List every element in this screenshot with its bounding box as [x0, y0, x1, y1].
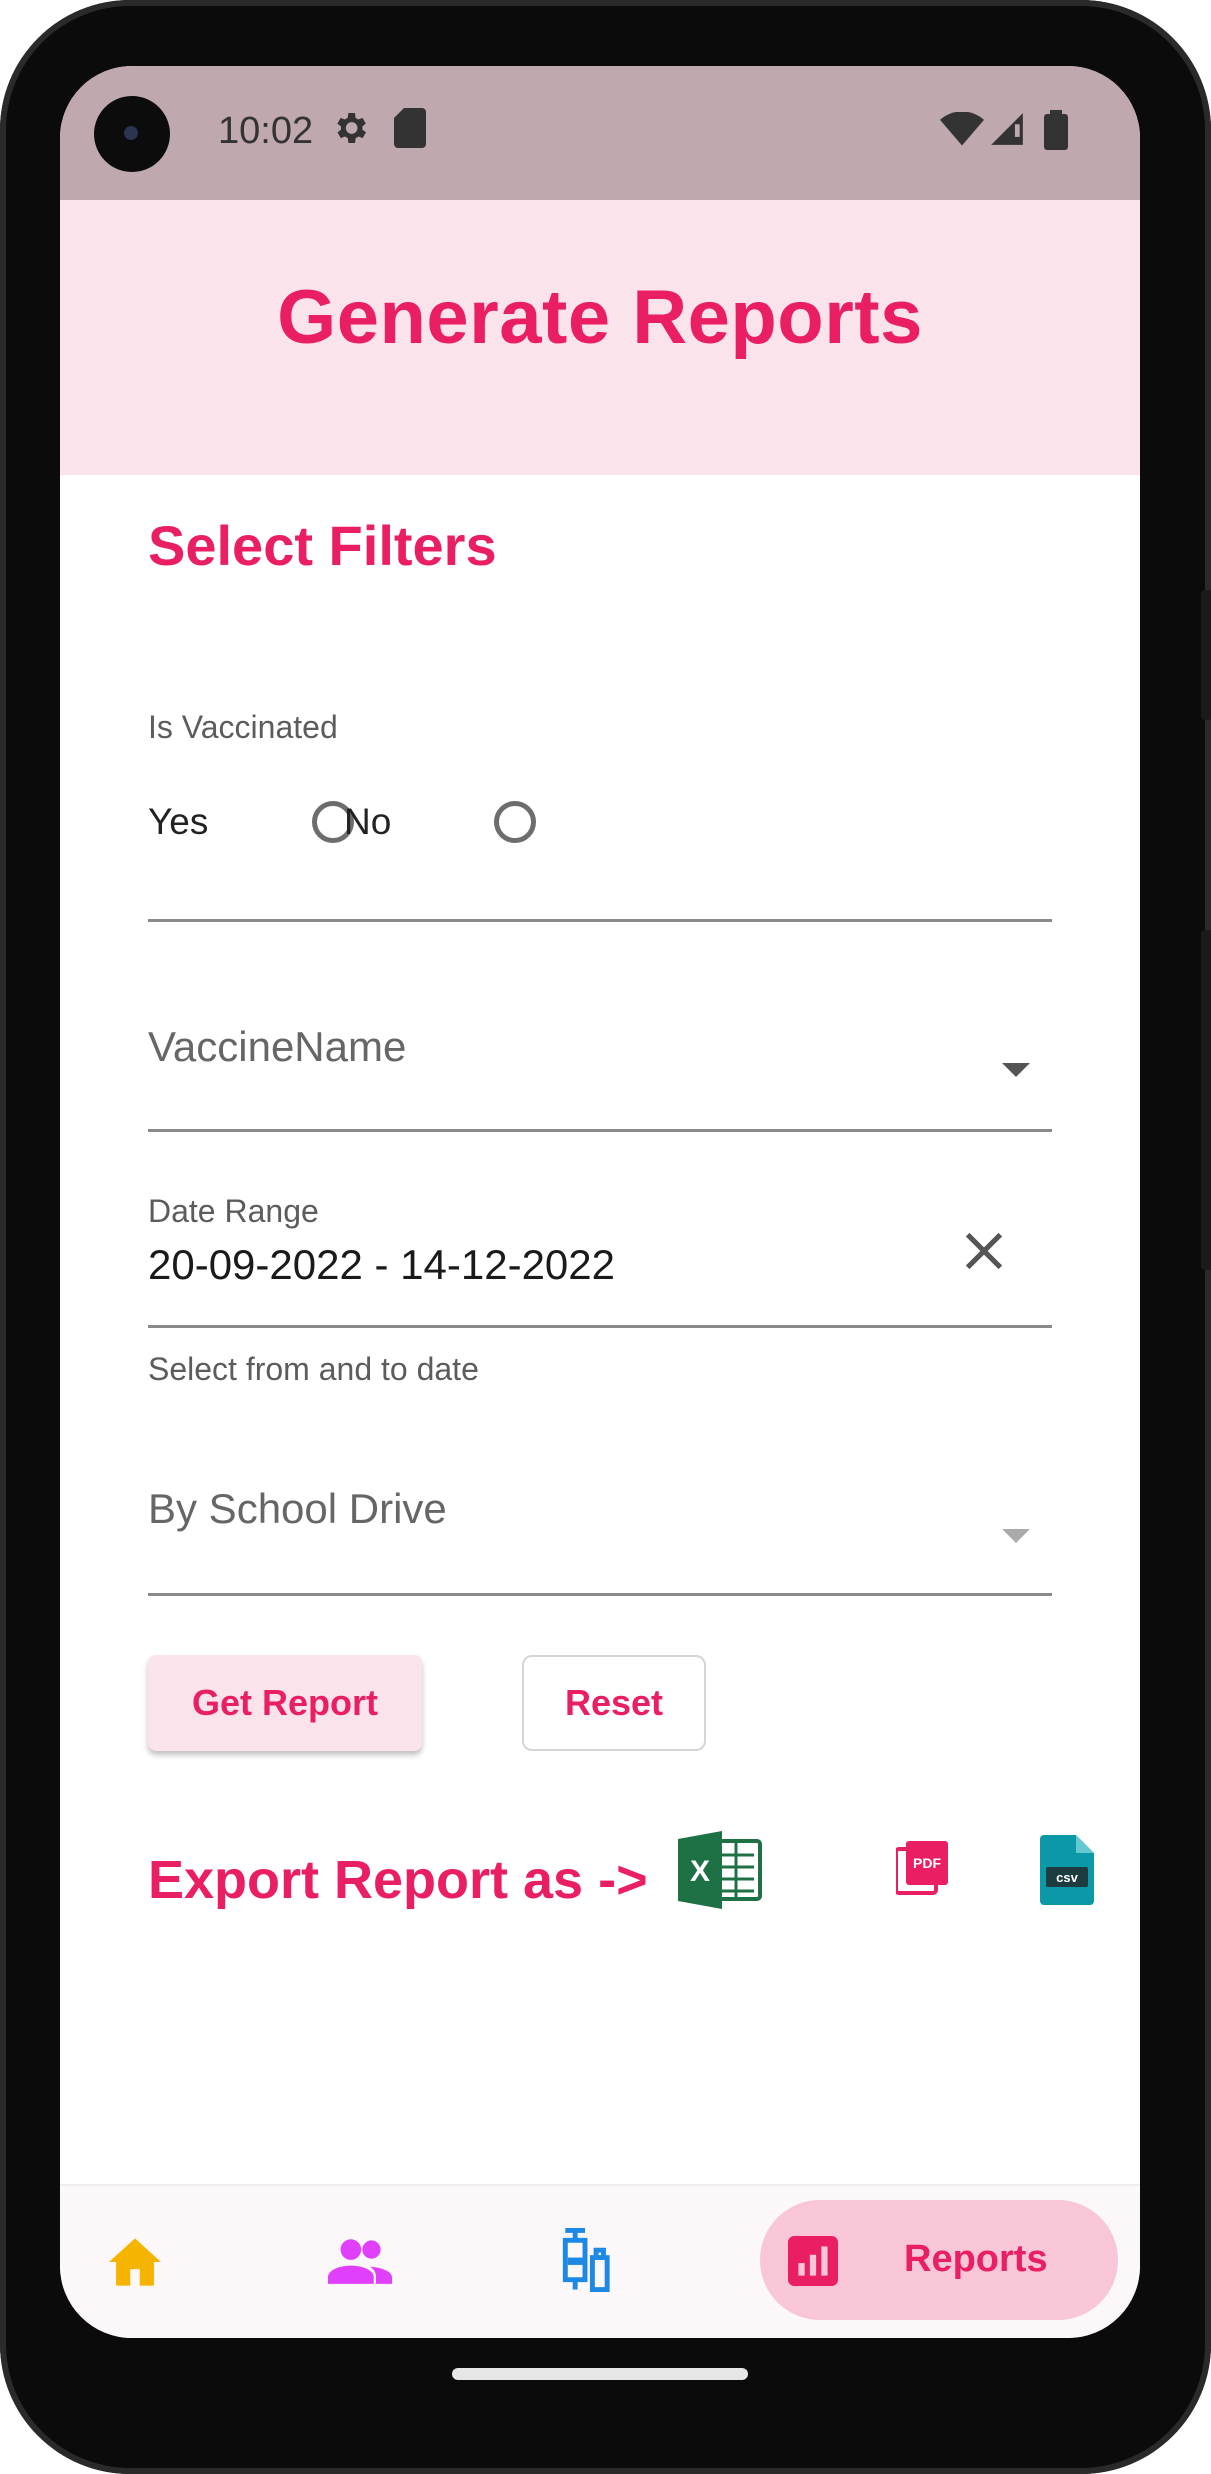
pdf-text: PDF: [913, 1855, 941, 1871]
vaccinated-underline: [148, 919, 1052, 922]
vaccine-icon[interactable]: [556, 2228, 614, 2292]
get-report-button[interactable]: Get Report: [148, 1655, 422, 1751]
vaccinated-label: Is Vaccinated: [148, 709, 338, 745]
nav-item-reports[interactable]: Reports: [760, 2200, 1118, 2320]
date-range-underline: [148, 1325, 1052, 1328]
chevron-down-icon: [1002, 1529, 1030, 1543]
section-title: Select Filters: [148, 514, 497, 577]
csv-export-icon[interactable]: csv: [1040, 1835, 1094, 1905]
sd-card-icon: [394, 108, 426, 148]
bottom-navigation: Reports: [60, 2184, 1140, 2338]
export-label: Export Report as ->: [148, 1850, 648, 1910]
radio-yes-label: Yes: [148, 801, 209, 842]
front-camera: [94, 96, 170, 172]
date-range-value[interactable]: 20-09-2022 - 14-12-2022: [148, 1241, 615, 1289]
wifi-icon: [940, 112, 984, 146]
settings-icon: [337, 113, 366, 143]
vaccine-name-placeholder: VaccineName: [148, 1023, 407, 1070]
volume-button: [1201, 930, 1211, 1270]
excel-export-icon[interactable]: X: [678, 1831, 762, 1909]
pdf-export-icon[interactable]: PDF: [896, 1841, 948, 1895]
cell-signal-icon: [991, 113, 1023, 145]
page-title: Generate Reports: [277, 275, 923, 360]
csv-text: csv: [1056, 1870, 1078, 1885]
gesture-home-bar[interactable]: [452, 2368, 748, 2380]
school-drive-underline: [148, 1593, 1052, 1596]
app-header: Generate Reports: [60, 200, 1140, 475]
bar-chart-icon: [788, 2236, 838, 2286]
status-bar: 10:02: [60, 66, 1140, 200]
school-drive-placeholder: By School Drive: [148, 1485, 447, 1532]
nav-item-reports-label: Reports: [904, 2238, 1048, 2280]
vaccine-name-dropdown[interactable]: VaccineName: [148, 995, 1052, 1135]
clear-icon[interactable]: [956, 1223, 1012, 1279]
school-drive-dropdown[interactable]: By School Drive: [148, 1455, 1052, 1595]
battery-icon: [1044, 110, 1068, 150]
status-time: 10:02: [218, 110, 314, 152]
vaccine-name-underline: [148, 1129, 1052, 1132]
date-range-helper: Select from and to date: [148, 1351, 479, 1387]
chevron-down-icon: [1002, 1063, 1030, 1077]
students-icon[interactable]: [328, 2238, 392, 2284]
excel-letter: X: [690, 1855, 710, 1888]
radio-no[interactable]: [494, 801, 536, 843]
reset-button[interactable]: Reset: [522, 1655, 706, 1751]
phone-frame: 10:02 Generate Reports Select Filters Is…: [0, 0, 1211, 2474]
power-button: [1201, 590, 1211, 720]
app-screen: 10:02 Generate Reports Select Filters Is…: [60, 66, 1140, 2338]
radio-no-label: No: [344, 801, 392, 842]
date-range-label: Date Range: [148, 1193, 319, 1229]
home-icon[interactable]: [106, 2236, 164, 2288]
